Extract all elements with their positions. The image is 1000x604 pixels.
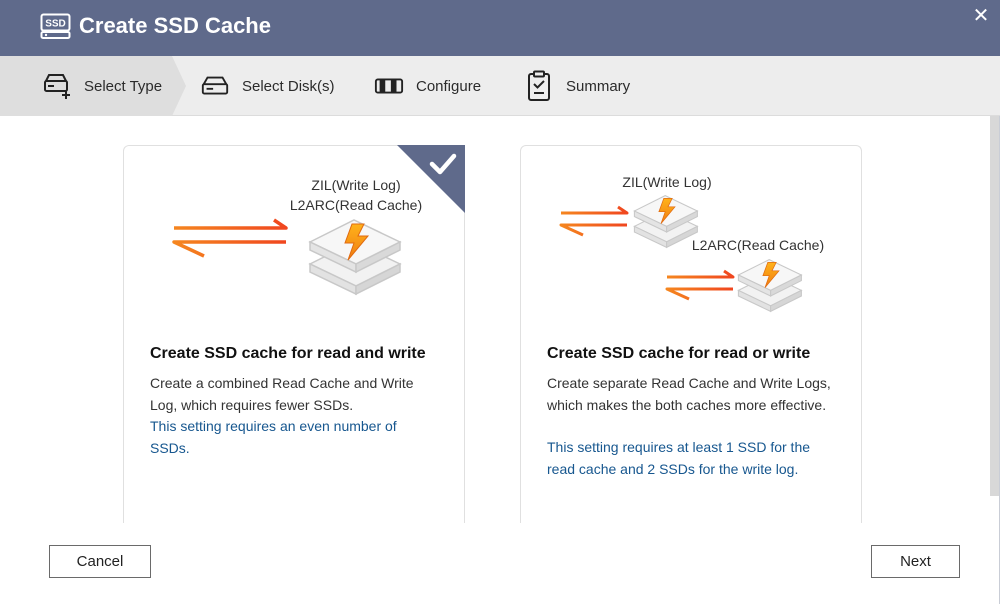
read-arrows-icon bbox=[665, 269, 735, 301]
ssd-stack-read-icon bbox=[737, 259, 802, 312]
create-ssd-cache-dialog: SSD Create SSD Cache ✕ Select Type Selec… bbox=[0, 0, 1000, 604]
write-arrows-icon bbox=[559, 205, 629, 237]
step-summary: Summary bbox=[524, 56, 630, 116]
option-card-read-or-write[interactable]: ZIL(Write Log) L2ARC(Read Cache) Create … bbox=[520, 145, 862, 523]
ssd-stack-icon bbox=[309, 219, 401, 295]
cancel-button[interactable]: Cancel bbox=[49, 545, 151, 578]
title-bar: SSD Create SSD Cache ✕ bbox=[0, 0, 1000, 56]
dialog-title: Create SSD Cache bbox=[79, 13, 271, 38]
step-select-disks: Select Disk(s) bbox=[200, 56, 335, 116]
card-requirement-note: This setting requires an even number of … bbox=[150, 418, 397, 456]
step-label: Select Type bbox=[84, 77, 163, 95]
ssd-icon-text: SSD bbox=[45, 19, 66, 30]
next-button[interactable]: Next bbox=[871, 545, 960, 578]
card-title: Create SSD cache for read or write bbox=[547, 345, 811, 362]
diagram-label-zil: ZIL(Write Log) bbox=[311, 177, 400, 193]
option-card-read-and-write[interactable]: ZIL(Write Log) L2ARC(Read Cache) Create … bbox=[123, 145, 465, 523]
step-configure: Configure bbox=[374, 56, 481, 116]
close-button[interactable]: ✕ bbox=[971, 6, 991, 26]
ssd-stack-write-icon bbox=[633, 195, 698, 248]
scrollbar[interactable] bbox=[990, 116, 999, 496]
card-description: Create a combined Read Cache and Write L… bbox=[150, 375, 414, 413]
diagram-label-zil: ZIL(Write Log) bbox=[622, 174, 711, 190]
configure-icon bbox=[374, 71, 404, 101]
disk-icon bbox=[200, 71, 230, 101]
step-label: Summary bbox=[566, 77, 631, 95]
step-select-type: Select Type bbox=[42, 56, 162, 116]
ssd-add-icon bbox=[42, 71, 72, 101]
ssd-icon: SSD bbox=[40, 13, 71, 39]
card-requirement-note: This setting requires at least 1 SSD for… bbox=[547, 439, 811, 477]
clipboard-check-icon bbox=[524, 70, 554, 101]
wizard-steps: Select Type Select Disk(s) Configure Sum… bbox=[0, 56, 1000, 116]
step-label: Configure bbox=[416, 77, 482, 95]
card-description: Create separate Read Cache and Write Log… bbox=[547, 375, 831, 413]
selected-check-icon bbox=[397, 145, 465, 213]
diagram-label-l2arc: L2ARC(Read Cache) bbox=[692, 237, 824, 253]
transfer-arrows-icon bbox=[172, 218, 288, 258]
card-title: Create SSD cache for read and write bbox=[150, 345, 426, 362]
step-label: Select Disk(s) bbox=[242, 77, 335, 95]
separate-cache-illustration: ZIL(Write Log) L2ARC(Read Cache) bbox=[559, 174, 824, 312]
